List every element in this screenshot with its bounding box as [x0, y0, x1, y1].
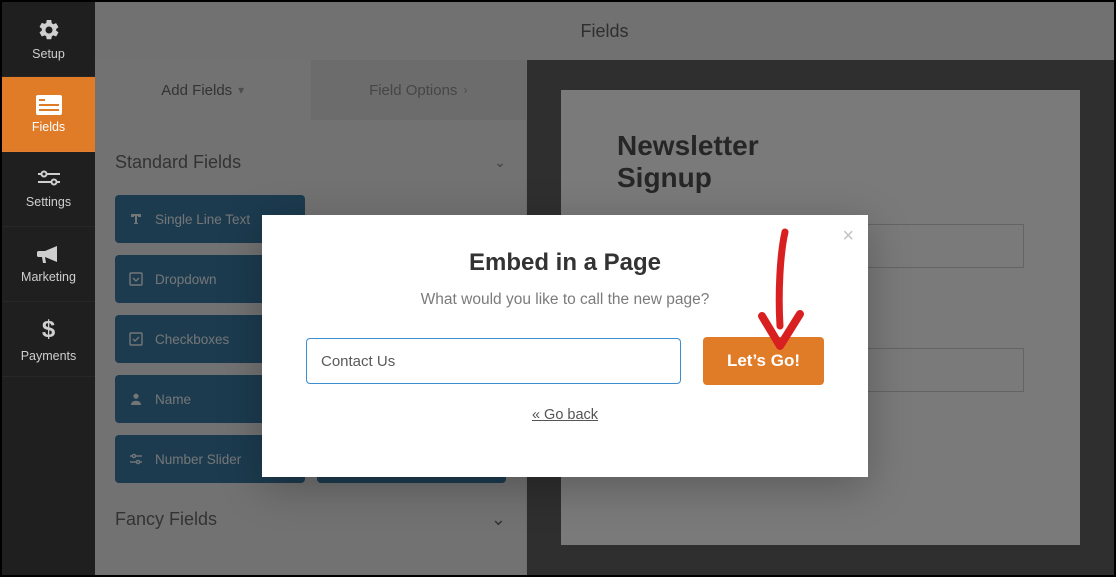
sidebar-item-settings[interactable]: Settings	[2, 152, 95, 227]
modal-title: Embed in a Page	[288, 249, 842, 277]
form-icon	[36, 95, 62, 115]
close-icon[interactable]: ×	[842, 225, 854, 248]
sidebar-item-label: Marketing	[21, 270, 76, 284]
bullhorn-icon	[37, 245, 61, 265]
sidebar-item-label: Settings	[26, 195, 71, 209]
sidebar-item-label: Payments	[21, 349, 77, 363]
page-name-input[interactable]	[306, 338, 681, 384]
sidebar-item-setup[interactable]: Setup	[2, 2, 95, 77]
sliders-icon	[37, 170, 61, 190]
sidebar-item-payments[interactable]: $ Payments	[2, 302, 95, 377]
modal-subtitle: What would you like to call the new page…	[288, 291, 842, 309]
sidebar-item-marketing[interactable]: Marketing	[2, 227, 95, 302]
embed-modal: × Embed in a Page What would you like to…	[262, 215, 868, 477]
sidebar-item-fields[interactable]: Fields	[2, 77, 95, 152]
gear-icon	[37, 18, 61, 42]
app-viewport: Setup Fields Settings Marketing $ Paymen…	[0, 0, 1116, 577]
sidebar: Setup Fields Settings Marketing $ Paymen…	[2, 2, 95, 575]
sidebar-item-label: Setup	[32, 47, 65, 61]
modal-input-row: Let’s Go!	[288, 337, 842, 385]
lets-go-button[interactable]: Let’s Go!	[703, 337, 824, 385]
dollar-icon: $	[42, 316, 55, 344]
go-back-link[interactable]: « Go back	[288, 407, 842, 423]
sidebar-item-label: Fields	[32, 120, 65, 134]
